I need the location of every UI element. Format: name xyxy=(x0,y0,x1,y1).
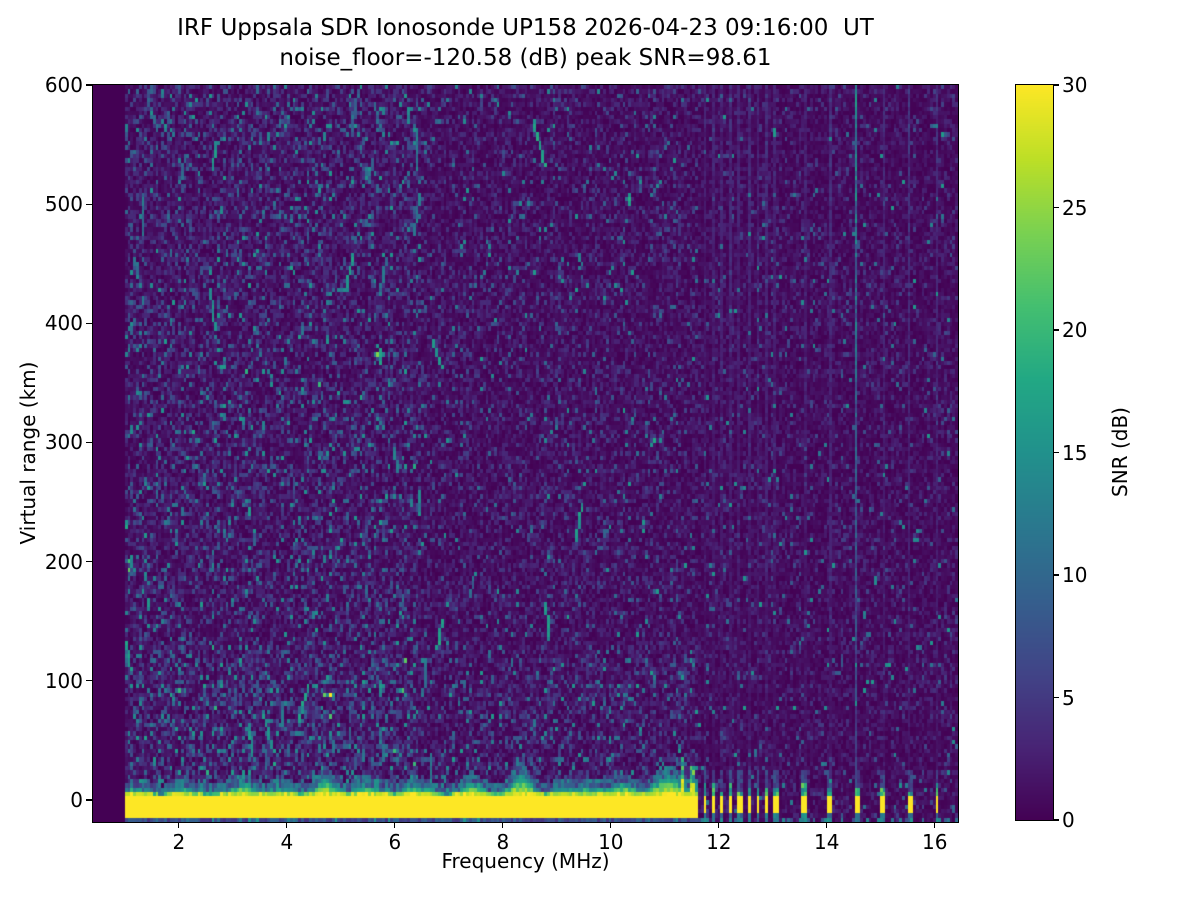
colorbar-tick-mark xyxy=(1054,819,1059,820)
colorbar-tick-mark xyxy=(1054,329,1059,330)
colorbar-tick-mark xyxy=(1054,697,1059,698)
colorbar-tick-mark xyxy=(1054,574,1059,575)
chart-title: IRF Uppsala SDR Ionosonde UP158 2026-04-… xyxy=(93,15,958,41)
colorbar-tick-mark xyxy=(1054,207,1059,208)
y-tick-mark xyxy=(86,84,93,85)
colorbar-tick-label: 5 xyxy=(1062,686,1102,710)
x-tick-mark xyxy=(718,822,719,828)
heatmap-canvas xyxy=(93,85,958,822)
x-tick-mark xyxy=(394,822,395,828)
colorbar-tick-label: 0 xyxy=(1062,808,1102,832)
colorbar-canvas xyxy=(1016,85,1053,820)
x-tick-mark xyxy=(286,822,287,828)
x-tick-mark xyxy=(826,822,827,828)
colorbar-tick-mark xyxy=(1054,84,1059,85)
colorbar-tick-label: 25 xyxy=(1062,196,1102,220)
y-tick-label: 600 xyxy=(23,73,83,97)
colorbar-tick-label: 15 xyxy=(1062,441,1102,465)
x-tick-mark xyxy=(610,822,611,828)
y-tick-mark xyxy=(86,799,93,800)
chart-subtitle: noise_floor=-120.58 (dB) peak SNR=98.61 xyxy=(93,45,958,71)
x-tick-mark xyxy=(178,822,179,828)
y-tick-label: 400 xyxy=(23,311,83,335)
colorbar-tick-label: 30 xyxy=(1062,73,1102,97)
colorbar-label: SNR (dB) xyxy=(1108,407,1132,497)
colorbar-tick-label: 20 xyxy=(1062,318,1102,342)
y-tick-label: 500 xyxy=(23,192,83,216)
y-axis-label: Virtual range (km) xyxy=(16,362,40,545)
y-tick-mark xyxy=(86,204,93,205)
ionogram-figure: IRF Uppsala SDR Ionosonde UP158 2026-04-… xyxy=(0,0,1200,900)
y-tick-mark xyxy=(86,323,93,324)
x-tick-mark xyxy=(502,822,503,828)
x-tick-mark xyxy=(934,822,935,828)
colorbar-tick-mark xyxy=(1054,452,1059,453)
y-tick-mark xyxy=(86,561,93,562)
colorbar-tick-label: 10 xyxy=(1062,563,1102,587)
y-tick-mark xyxy=(86,680,93,681)
y-tick-mark xyxy=(86,442,93,443)
y-tick-label: 0 xyxy=(23,788,83,812)
y-tick-label: 100 xyxy=(23,669,83,693)
y-tick-label: 200 xyxy=(23,550,83,574)
x-axis-label: Frequency (MHz) xyxy=(93,849,958,873)
